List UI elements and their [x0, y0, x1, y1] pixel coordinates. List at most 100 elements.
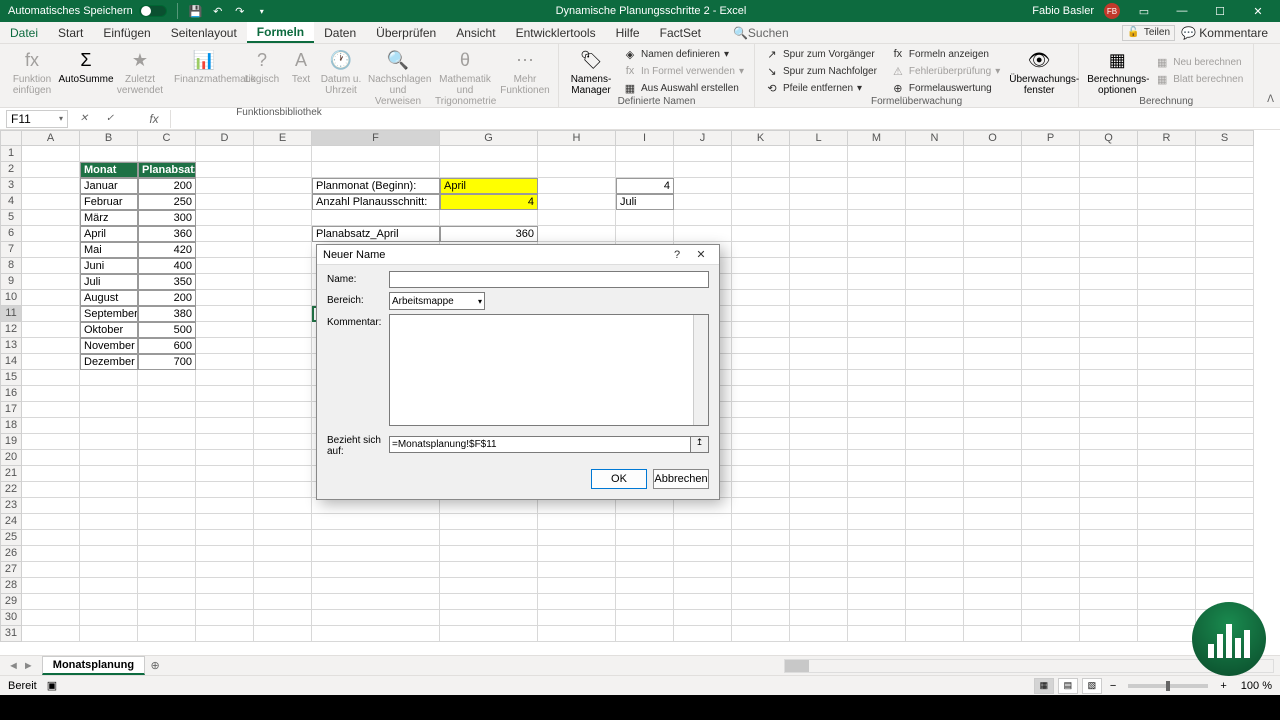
cell[interactable]: [538, 546, 616, 562]
row-header[interactable]: 1: [0, 146, 22, 162]
cell[interactable]: [732, 498, 790, 514]
cell[interactable]: 360: [138, 226, 196, 242]
cell[interactable]: November: [80, 338, 138, 354]
cell[interactable]: [964, 194, 1022, 210]
cell[interactable]: [1138, 610, 1196, 626]
cell[interactable]: [1196, 562, 1254, 578]
column-header[interactable]: F: [312, 130, 440, 146]
cell[interactable]: [1080, 354, 1138, 370]
cell[interactable]: [1080, 194, 1138, 210]
cell[interactable]: [906, 210, 964, 226]
cell[interactable]: [312, 498, 440, 514]
cell[interactable]: [964, 322, 1022, 338]
sheet-nav-prev-icon[interactable]: ◄: [8, 660, 19, 672]
cell[interactable]: [848, 434, 906, 450]
cell[interactable]: [440, 626, 538, 642]
cell[interactable]: [732, 418, 790, 434]
tab-daten[interactable]: Daten: [314, 22, 366, 43]
cell[interactable]: [674, 578, 732, 594]
cell[interactable]: April: [80, 226, 138, 242]
show-formulas-button[interactable]: fxFormeln anzeigen: [887, 46, 1004, 62]
cell[interactable]: [1196, 258, 1254, 274]
cell[interactable]: [196, 338, 254, 354]
cell[interactable]: Juli: [616, 194, 674, 210]
cell[interactable]: [22, 210, 80, 226]
cell[interactable]: [196, 610, 254, 626]
cell[interactable]: [964, 562, 1022, 578]
cell[interactable]: [964, 610, 1022, 626]
cell[interactable]: [80, 434, 138, 450]
cell[interactable]: [964, 354, 1022, 370]
cell[interactable]: [254, 498, 312, 514]
cell[interactable]: [22, 258, 80, 274]
cell[interactable]: [1196, 530, 1254, 546]
cell[interactable]: [848, 386, 906, 402]
column-header[interactable]: L: [790, 130, 848, 146]
cell[interactable]: [848, 498, 906, 514]
cell[interactable]: 600: [138, 338, 196, 354]
cell[interactable]: [1022, 322, 1080, 338]
view-normal-icon[interactable]: ▦: [1034, 678, 1054, 694]
ribbon-display-icon[interactable]: ▭: [1130, 5, 1158, 18]
cell[interactable]: [80, 146, 138, 162]
cell[interactable]: [1022, 562, 1080, 578]
cell[interactable]: [254, 210, 312, 226]
cell[interactable]: [906, 610, 964, 626]
cell[interactable]: 360: [440, 226, 538, 242]
comments-button[interactable]: 💬 Kommentare: [1181, 26, 1268, 40]
cell[interactable]: [1138, 162, 1196, 178]
cell[interactable]: [538, 210, 616, 226]
cell[interactable]: [790, 290, 848, 306]
cell[interactable]: [732, 610, 790, 626]
cell[interactable]: [22, 274, 80, 290]
cell[interactable]: [1080, 146, 1138, 162]
calc-now-button[interactable]: ▦Neu berechnen: [1151, 55, 1247, 71]
cell[interactable]: [22, 514, 80, 530]
row-header[interactable]: 26: [0, 546, 22, 562]
cell[interactable]: [1080, 562, 1138, 578]
cell[interactable]: [732, 210, 790, 226]
cell[interactable]: [22, 162, 80, 178]
cell[interactable]: [848, 194, 906, 210]
cell[interactable]: [22, 338, 80, 354]
cell[interactable]: [312, 530, 440, 546]
cell[interactable]: [196, 258, 254, 274]
cell[interactable]: [538, 178, 616, 194]
cell[interactable]: [790, 514, 848, 530]
cell[interactable]: [906, 146, 964, 162]
cell[interactable]: [1138, 546, 1196, 562]
cell[interactable]: [964, 482, 1022, 498]
cell[interactable]: [906, 194, 964, 210]
cell[interactable]: [1022, 578, 1080, 594]
cell[interactable]: [22, 578, 80, 594]
cell[interactable]: [790, 530, 848, 546]
cell[interactable]: [732, 242, 790, 258]
recent-button[interactable]: ★Zuletzt verwendet: [114, 46, 166, 107]
redo-icon[interactable]: ↷: [232, 3, 248, 19]
cell[interactable]: [906, 434, 964, 450]
autosave-toggle[interactable]: [139, 5, 167, 17]
undo-icon[interactable]: ↶: [210, 3, 226, 19]
cell[interactable]: [790, 546, 848, 562]
cell[interactable]: [790, 322, 848, 338]
cell[interactable]: [254, 594, 312, 610]
cell[interactable]: [732, 354, 790, 370]
cell[interactable]: [906, 274, 964, 290]
cell[interactable]: [964, 514, 1022, 530]
cell[interactable]: [538, 162, 616, 178]
cell[interactable]: [790, 562, 848, 578]
remove-arrows-button[interactable]: ⟲Pfeile entfernen ▾: [761, 80, 881, 96]
cell[interactable]: [616, 594, 674, 610]
cell[interactable]: [1138, 386, 1196, 402]
cell[interactable]: [196, 210, 254, 226]
cell[interactable]: [196, 450, 254, 466]
row-header[interactable]: 12: [0, 322, 22, 338]
cell[interactable]: [254, 290, 312, 306]
cell[interactable]: [790, 418, 848, 434]
cell[interactable]: [1138, 498, 1196, 514]
cell[interactable]: [254, 402, 312, 418]
cell[interactable]: [1138, 482, 1196, 498]
cell[interactable]: [848, 626, 906, 642]
column-header[interactable]: J: [674, 130, 732, 146]
cell[interactable]: [616, 162, 674, 178]
